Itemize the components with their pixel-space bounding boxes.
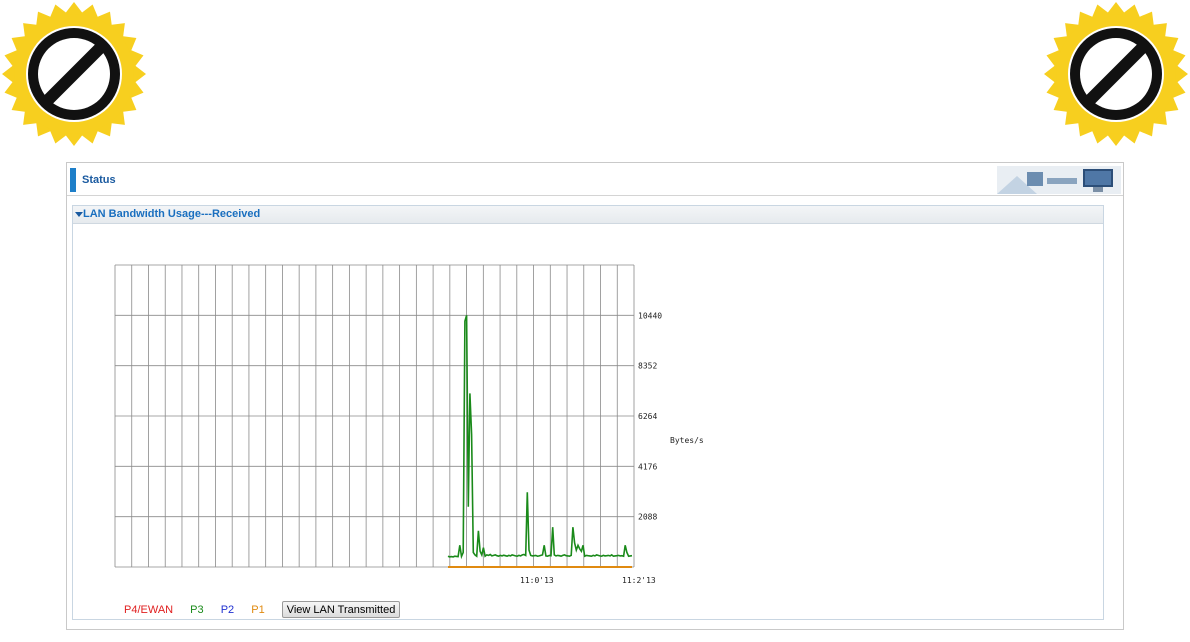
- legend-item-p4-ewan: P4/EWAN: [124, 604, 174, 616]
- chart-legend: P4/EWAN P3 P2 P1: [124, 604, 279, 616]
- bandwidth-chart: 2088 4176 6264 8352 10440 11:0'13 11:2'13 Byt…: [114, 264, 704, 585]
- chart-series: [447, 315, 633, 568]
- chart-grid-horizontal: [115, 264, 634, 568]
- legend-item-p2: P2: [220, 604, 235, 616]
- legend-item-p3: P3: [190, 604, 204, 616]
- y-tick-label: 10440: [638, 311, 662, 320]
- y-tick-label: 4176: [638, 462, 657, 471]
- y-tick-label: 6264: [638, 412, 657, 421]
- y-tick-label: 8352: [638, 362, 657, 371]
- y-axis-label: Bytes/s: [670, 436, 704, 445]
- view-lan-transmitted-button[interactable]: View LAN Transmitted: [282, 601, 400, 618]
- y-tick-label: 2088: [638, 513, 657, 522]
- x-tick-label: 11:2'13: [622, 576, 656, 585]
- legend-item-p1: P1: [251, 604, 265, 616]
- x-axis-labels: 11:0'13 11:2'13: [520, 576, 656, 585]
- x-tick-label: 11:0'13: [520, 576, 554, 585]
- series-line-p3: [447, 315, 633, 560]
- y-axis-labels: 2088 4176 6264 8352 10440: [638, 311, 662, 521]
